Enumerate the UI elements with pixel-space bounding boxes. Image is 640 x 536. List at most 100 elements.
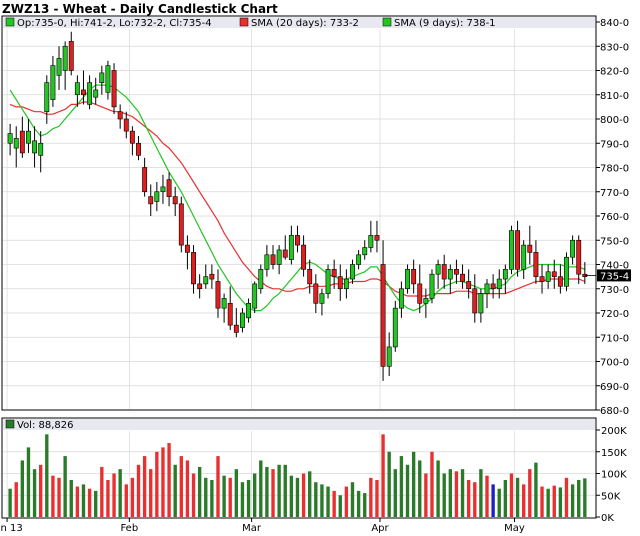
volume-bar xyxy=(583,478,587,517)
candle-body xyxy=(380,264,386,367)
candle-body xyxy=(240,312,245,328)
ohlc-legend: Op:735-0, Hi:741-2, Lo:732-2, Cl:735-4 xyxy=(17,18,212,29)
candle-body xyxy=(490,283,496,290)
volume-bar xyxy=(522,484,526,517)
candle-body xyxy=(374,235,380,241)
candle-body xyxy=(356,254,362,265)
sma9-legend-swatch xyxy=(382,17,392,27)
volume-legend-bar xyxy=(3,419,595,430)
candle-body xyxy=(19,130,25,154)
volume-bar xyxy=(81,484,86,517)
candle-body xyxy=(44,82,50,113)
candle-body xyxy=(405,269,410,290)
candle-body xyxy=(466,281,472,290)
volume-bar xyxy=(424,473,428,517)
candle-body xyxy=(227,302,233,326)
candle-body xyxy=(319,293,325,304)
candle-body xyxy=(252,283,258,309)
volume-bar xyxy=(344,486,349,517)
volume-bar xyxy=(142,456,147,517)
volume-bar xyxy=(216,456,220,517)
volume-bar xyxy=(528,469,532,517)
volume-bar xyxy=(436,460,440,517)
volume-bar xyxy=(87,488,92,517)
volume-bar xyxy=(332,490,336,517)
price-tick-label: 750-0 xyxy=(600,236,629,247)
candle-body xyxy=(392,307,398,348)
price-tick-label: 680-0 xyxy=(600,406,629,417)
candle-body xyxy=(521,244,527,270)
volume-bar xyxy=(466,480,471,517)
sma20-legend-swatch xyxy=(239,17,249,27)
candle-body xyxy=(447,269,453,280)
price-axis: 680-0690-0700-0710-0720-0730-0740-0750-0… xyxy=(596,18,629,417)
candle-body xyxy=(429,273,435,299)
candle-body xyxy=(178,203,184,246)
candle-body xyxy=(527,244,533,253)
candle-body xyxy=(295,235,300,246)
candle-body xyxy=(68,41,74,71)
candle-body xyxy=(313,283,319,304)
candle-body xyxy=(142,167,148,193)
volume-bar xyxy=(546,488,550,517)
price-tick-label: 820-0 xyxy=(600,67,629,78)
candle-body xyxy=(484,283,490,294)
volume-bar xyxy=(69,480,73,517)
volume-axis: 0K 50K 100K 150K 200K xyxy=(596,426,627,524)
candle-body xyxy=(233,324,239,333)
price-tick-label: 760-0 xyxy=(600,212,629,223)
price-tick-label: 700-0 xyxy=(600,358,629,369)
volume-bar xyxy=(185,460,190,517)
candle-body xyxy=(32,140,38,154)
candle-body xyxy=(570,239,576,258)
candle-body xyxy=(533,252,539,277)
volume-bar xyxy=(314,482,318,517)
candle-body xyxy=(435,264,441,275)
candle-body xyxy=(221,298,227,309)
volume-bar xyxy=(222,475,226,517)
volume-bar xyxy=(155,451,159,517)
candle-body xyxy=(13,138,19,149)
date-tick-label: Mar xyxy=(242,523,262,534)
candle-body xyxy=(417,283,423,304)
volume-bar xyxy=(350,482,355,517)
candle-body xyxy=(74,82,80,96)
volume-bar xyxy=(564,477,569,517)
candle-body xyxy=(423,298,429,304)
volume-bar xyxy=(197,466,202,517)
volume-bar xyxy=(393,469,397,517)
date-tick-label: May xyxy=(504,523,525,534)
volume-bar xyxy=(338,495,342,517)
candle-body xyxy=(62,45,68,71)
volume-bar xyxy=(39,464,43,517)
volume-bar xyxy=(558,487,563,517)
volume-bar xyxy=(289,475,294,517)
volume-bar xyxy=(320,484,324,517)
volume-bar xyxy=(577,480,581,517)
candle-body xyxy=(111,70,117,108)
candle-body xyxy=(148,196,154,205)
price-tick-label: 780-0 xyxy=(600,164,629,175)
volume-bar xyxy=(503,480,508,517)
candle-body xyxy=(478,293,484,314)
volume-bar xyxy=(460,469,465,517)
candle-body xyxy=(398,288,404,309)
date-tick-label: Feb xyxy=(120,523,138,534)
volume-bar xyxy=(497,488,501,517)
candle-body xyxy=(7,133,13,144)
candle-body xyxy=(551,271,557,277)
volume-bar xyxy=(534,462,538,517)
candle-body xyxy=(307,269,313,285)
volume-bar xyxy=(277,464,281,517)
ohlc-legend-swatch xyxy=(5,17,15,27)
volume-bar xyxy=(295,477,300,517)
candle-body xyxy=(197,283,203,290)
volume-bar xyxy=(491,484,495,517)
candle-body xyxy=(441,264,447,280)
volume-bar xyxy=(363,493,367,517)
volume-bar xyxy=(442,473,446,517)
last-price-label: 735-4 xyxy=(600,271,629,282)
volume-bar xyxy=(485,475,489,517)
candle-body xyxy=(203,276,209,285)
candle-body xyxy=(172,196,178,205)
